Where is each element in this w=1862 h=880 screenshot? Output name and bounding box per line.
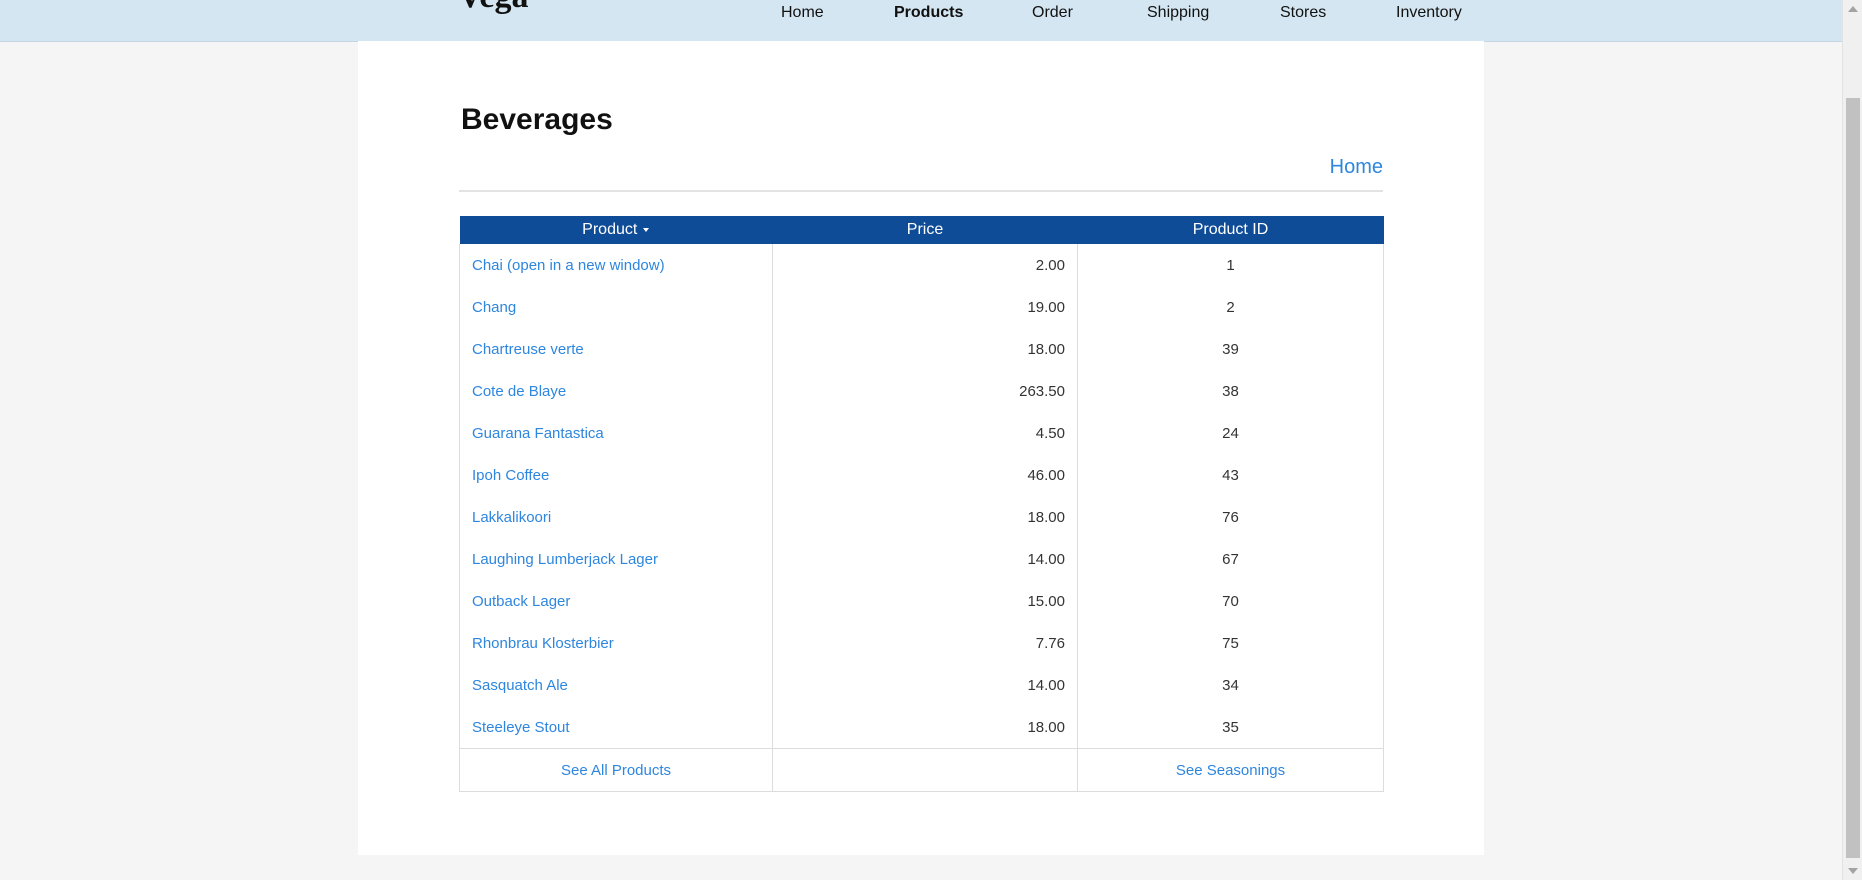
- scroll-up-icon[interactable]: [1848, 6, 1858, 12]
- product-name-cell: Guarana Fantastica: [459, 412, 773, 454]
- table-row: Chang 19.00 2: [459, 286, 1384, 328]
- column-header-product[interactable]: Product: [459, 216, 773, 244]
- scroll-down-icon[interactable]: [1848, 868, 1858, 874]
- price-cell: 46.00: [772, 454, 1078, 496]
- product-id-cell: 35: [1077, 706, 1384, 749]
- product-link[interactable]: Lakkalikoori: [472, 509, 551, 526]
- footer-cell-left: See All Products: [459, 748, 773, 792]
- price-cell: 14.00: [772, 538, 1078, 580]
- table-row: Chartreuse verte 18.00 39: [459, 328, 1384, 370]
- table-row: Outback Lager 15.00 70: [459, 580, 1384, 622]
- product-name-cell: Rhonbrau Klosterbier: [459, 622, 773, 664]
- nav-order[interactable]: Order: [1032, 4, 1073, 22]
- vertical-scrollbar[interactable]: [1842, 0, 1862, 880]
- table-row: Lakkalikoori 18.00 76: [459, 496, 1384, 538]
- column-header-product-id[interactable]: Product ID: [1077, 216, 1384, 244]
- product-name-cell: Cote de Blaye: [459, 370, 773, 412]
- title-divider: [459, 190, 1383, 192]
- product-link[interactable]: Steeleye Stout: [472, 719, 570, 736]
- product-link[interactable]: Chartreuse verte: [472, 341, 584, 358]
- product-name-cell: Chai (open in a new window): [459, 244, 773, 286]
- table-row: Chai (open in a new window) 2.00 1: [459, 244, 1384, 286]
- footer-cell-right: See Seasonings: [1077, 748, 1384, 792]
- price-cell: 263.50: [772, 370, 1078, 412]
- nav-stores[interactable]: Stores: [1280, 4, 1326, 22]
- product-name-cell: Outback Lager: [459, 580, 773, 622]
- product-link[interactable]: Rhonbrau Klosterbier: [472, 635, 614, 652]
- product-id-cell: 67: [1077, 538, 1384, 580]
- product-id-cell: 39: [1077, 328, 1384, 370]
- products-table: Product Price Product ID Chai (open in a…: [459, 216, 1384, 792]
- product-link[interactable]: Ipoh Coffee: [472, 467, 549, 484]
- product-id-cell: 24: [1077, 412, 1384, 454]
- table-header-row: Product Price Product ID: [459, 216, 1384, 244]
- product-name-cell: Sasquatch Ale: [459, 664, 773, 706]
- price-cell: 2.00: [772, 244, 1078, 286]
- home-link[interactable]: Home: [1330, 156, 1383, 179]
- price-cell: 18.00: [772, 706, 1078, 749]
- nav-shipping[interactable]: Shipping: [1147, 4, 1209, 22]
- nav-products[interactable]: Products: [894, 4, 963, 22]
- table-row: Rhonbrau Klosterbier 7.76 75: [459, 622, 1384, 664]
- main-nav: Home Products Order Shipping Stores Inve…: [0, 0, 1842, 41]
- page-title: Beverages: [461, 103, 613, 136]
- table-row: Sasquatch Ale 14.00 34: [459, 664, 1384, 706]
- table-row: Steeleye Stout 18.00 35: [459, 706, 1384, 749]
- price-cell: 19.00: [772, 286, 1078, 328]
- product-name-cell: Ipoh Coffee: [459, 454, 773, 496]
- product-name-cell: Steeleye Stout: [459, 706, 773, 749]
- column-header-price[interactable]: Price: [772, 216, 1078, 244]
- product-id-cell: 43: [1077, 454, 1384, 496]
- product-id-cell: 34: [1077, 664, 1384, 706]
- product-name-cell: Chartreuse verte: [459, 328, 773, 370]
- price-cell: 18.00: [772, 328, 1078, 370]
- product-id-cell: 70: [1077, 580, 1384, 622]
- table-footer-row: See All Products See Seasonings: [459, 748, 1384, 792]
- nav-home[interactable]: Home: [781, 4, 824, 22]
- table-row: Cote de Blaye 263.50 38: [459, 370, 1384, 412]
- price-cell: 14.00: [772, 664, 1078, 706]
- price-cell: 4.50: [772, 412, 1078, 454]
- footer-cell-middle: [772, 748, 1078, 792]
- table-row: Laughing Lumberjack Lager 14.00 67: [459, 538, 1384, 580]
- scrollbar-thumb[interactable]: [1846, 98, 1860, 858]
- product-id-cell: 2: [1077, 286, 1384, 328]
- product-link[interactable]: Sasquatch Ale: [472, 677, 568, 694]
- see-all-products-link[interactable]: See All Products: [561, 762, 671, 779]
- product-name-cell: Lakkalikoori: [459, 496, 773, 538]
- product-id-cell: 76: [1077, 496, 1384, 538]
- product-id-cell: 75: [1077, 622, 1384, 664]
- product-link[interactable]: Chai (open in a new window): [472, 257, 665, 274]
- price-cell: 18.00: [772, 496, 1078, 538]
- price-cell: 7.76: [772, 622, 1078, 664]
- product-name-cell: Chang: [459, 286, 773, 328]
- top-navigation-bar: Vega Home Products Order Shipping Stores…: [0, 0, 1842, 42]
- nav-inventory[interactable]: Inventory: [1396, 4, 1462, 22]
- product-link[interactable]: Chang: [472, 299, 516, 316]
- column-header-product-label: Product: [582, 221, 638, 238]
- product-link[interactable]: Laughing Lumberjack Lager: [472, 551, 658, 568]
- product-link[interactable]: Guarana Fantastica: [472, 425, 604, 442]
- price-cell: 15.00: [772, 580, 1078, 622]
- product-link[interactable]: Cote de Blaye: [472, 383, 566, 400]
- see-seasonings-link[interactable]: See Seasonings: [1176, 762, 1285, 779]
- product-id-cell: 1: [1077, 244, 1384, 286]
- table-row: Guarana Fantastica 4.50 24: [459, 412, 1384, 454]
- table-row: Ipoh Coffee 46.00 43: [459, 454, 1384, 496]
- product-id-cell: 38: [1077, 370, 1384, 412]
- sort-descending-icon: [643, 227, 650, 232]
- product-link[interactable]: Outback Lager: [472, 593, 570, 610]
- product-name-cell: Laughing Lumberjack Lager: [459, 538, 773, 580]
